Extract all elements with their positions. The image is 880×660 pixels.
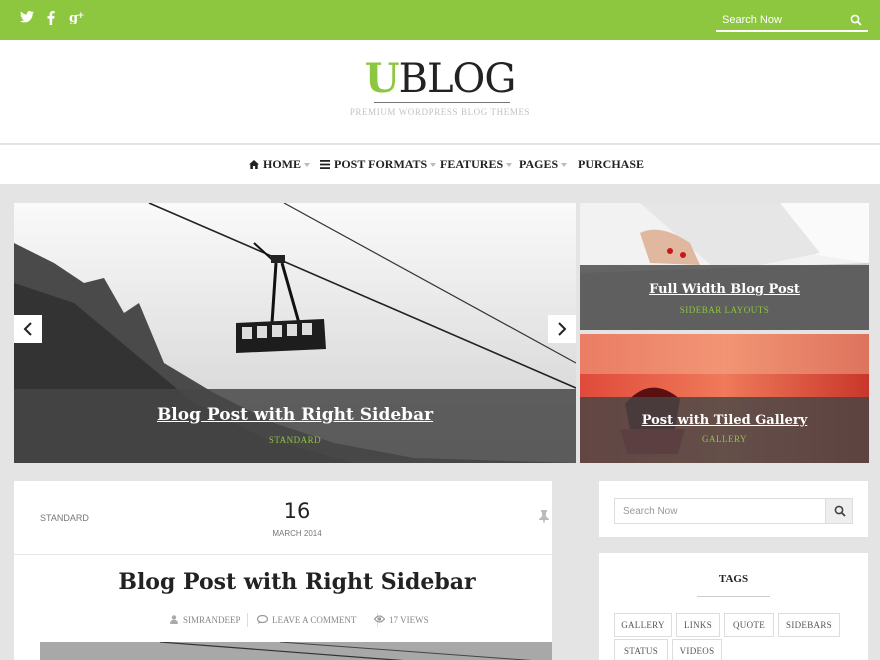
post-meta-header: STANDARD 16 MARCH 2014: [14, 481, 552, 555]
tag-videos[interactable]: VIDEOS: [672, 639, 722, 660]
slide-caption: Blog Post with Right Sidebar STANDARD: [14, 389, 576, 463]
post-date-day: 16: [283, 499, 311, 523]
views-label: 17 VIEWS: [389, 615, 429, 625]
nav-item-home[interactable]: HOME: [249, 157, 310, 172]
nav-label: HOME: [263, 157, 301, 171]
tags-heading: TAGS: [718, 573, 749, 585]
comments-label: LEAVE A COMMENT: [272, 615, 357, 625]
sidebar-search-widget: [599, 481, 868, 537]
nav-item-purchase[interactable]: PURCHASE: [578, 157, 644, 171]
logo-letter: U: [364, 55, 400, 102]
featured-caption-1: Full Width Blog Post SIDEBAR LAYOUTS: [580, 265, 869, 330]
nav-label: FEATURES: [440, 157, 504, 171]
nav-item-post-formats[interactable]: POST FORMATS: [320, 157, 437, 172]
svg-text:+: +: [77, 11, 85, 21]
featured-title-link[interactable]: Post with Tiled Gallery: [580, 413, 869, 428]
nav-item-pages[interactable]: PAGES: [519, 157, 568, 171]
site-tagline: PREMIUM WORDPRESS BLOG THEMES: [349, 107, 531, 117]
tag-links[interactable]: LINKS: [676, 613, 720, 637]
chevron-left-icon: [23, 322, 32, 336]
nav-label: POST FORMATS: [334, 157, 428, 171]
chevron-down-icon: [430, 163, 437, 168]
user-icon: [170, 615, 178, 624]
pin-icon: [538, 510, 550, 529]
nav-label: PAGES: [519, 157, 559, 171]
comment-icon: [256, 614, 269, 624]
sidebar-search-button[interactable]: [825, 498, 853, 524]
byline-divider: [247, 613, 248, 627]
tags-heading-rule: [697, 596, 770, 597]
slide-title-link[interactable]: Blog Post with Right Sidebar: [14, 405, 576, 425]
slider-next-button[interactable]: [548, 315, 576, 343]
slider-prev-button[interactable]: [14, 315, 42, 343]
search-icon: [834, 505, 846, 517]
featured-post-2[interactable]: Post with Tiled Gallery GALLERY: [580, 334, 869, 463]
slide-category[interactable]: STANDARD: [14, 435, 576, 445]
nav-item-features[interactable]: FEATURES: [440, 157, 513, 171]
featured-slider[interactable]: Blog Post with Right Sidebar STANDARD: [14, 203, 576, 463]
post-comments-link[interactable]: LEAVE A COMMENT: [256, 614, 357, 626]
post-author[interactable]: SIMRANDEEP: [170, 614, 241, 626]
site-logo[interactable]: UBLOG: [0, 55, 880, 103]
chevron-right-icon: [558, 322, 567, 336]
post-title-link[interactable]: Blog Post with Right Sidebar: [14, 569, 580, 595]
home-icon: [249, 158, 259, 172]
search-icon[interactable]: [850, 13, 864, 27]
tag-gallery[interactable]: GALLERY: [614, 613, 672, 637]
main-nav: HOME POST FORMATS FEATURES PAGES PURCHAS…: [0, 145, 880, 185]
tag-quote[interactable]: QUOTE: [724, 613, 774, 637]
eye-icon: [373, 615, 386, 623]
chevron-down-icon: [561, 163, 568, 168]
nav-label: PURCHASE: [578, 157, 645, 171]
sidebar-search-input[interactable]: [614, 498, 826, 524]
author-name: SIMRANDEEP: [183, 615, 241, 625]
menu-icon: [320, 158, 330, 172]
facebook-icon[interactable]: [47, 11, 55, 29]
tags-widget: TAGS GALLERY LINKS QUOTE SIDEBARS STATUS…: [599, 553, 868, 660]
top-search-input[interactable]: [716, 10, 846, 30]
post-views: 17 VIEWS: [373, 614, 429, 626]
featured-category[interactable]: SIDEBAR LAYOUTS: [580, 305, 869, 315]
logo-text: BLOG: [398, 56, 517, 102]
post-date-month: MARCH 2014: [272, 529, 322, 538]
twitter-icon[interactable]: [20, 11, 34, 27]
post-featured-image[interactable]: [40, 642, 552, 660]
top-bar: g +: [0, 0, 880, 40]
tag-sidebars[interactable]: SIDEBARS: [778, 613, 840, 637]
logo-underline: [374, 102, 510, 103]
featured-category[interactable]: GALLERY: [580, 434, 869, 444]
site-header: UBLOG PREMIUM WORDPRESS BLOG THEMES: [0, 40, 880, 144]
featured-title-link[interactable]: Full Width Blog Post: [580, 282, 869, 297]
top-search: [716, 10, 868, 32]
chevron-down-icon: [506, 163, 513, 168]
featured-caption-2: Post with Tiled Gallery GALLERY: [580, 397, 869, 463]
blog-post: STANDARD 16 MARCH 2014 Blog Post with Ri…: [14, 481, 552, 660]
tag-status[interactable]: STATUS: [614, 639, 668, 660]
google-plus-icon[interactable]: g +: [69, 10, 85, 28]
chevron-down-icon: [304, 163, 310, 168]
featured-post-1[interactable]: Full Width Blog Post SIDEBAR LAYOUTS: [580, 203, 869, 330]
